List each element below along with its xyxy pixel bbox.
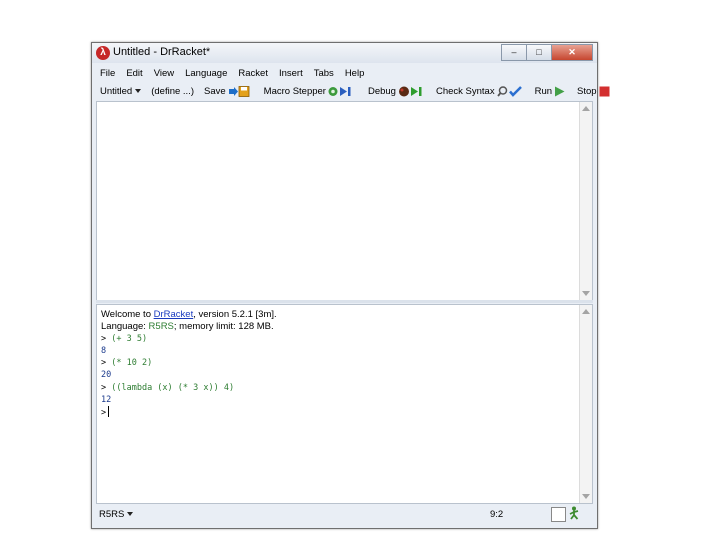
check-syntax-icon	[496, 85, 522, 97]
interactions-pane[interactable]: Welcome to DrRacket, version 5.2.1 [3m].…	[96, 304, 593, 504]
menu-file[interactable]: File	[94, 68, 120, 79]
run-button[interactable]: Run	[535, 86, 565, 97]
run-label: Run	[534, 85, 553, 97]
close-button[interactable]: ✕	[551, 44, 593, 61]
repl-input: (* 10 2)	[111, 358, 153, 369]
language-suffix: ; memory limit: 128 MB.	[173, 321, 274, 333]
definitions-scrollbar[interactable]	[579, 102, 592, 300]
chevron-down-icon	[135, 89, 142, 93]
menu-insert[interactable]: Insert	[273, 68, 308, 79]
definitions-editor[interactable]	[96, 101, 593, 301]
repl-output: 20	[101, 370, 112, 381]
debug-label: Debug	[367, 85, 396, 97]
minimize-button[interactable]: ‒	[501, 44, 527, 61]
maximize-button[interactable]: □	[526, 44, 552, 61]
run-icon	[555, 86, 565, 96]
stop-icon	[599, 86, 610, 96]
repl-input: (+ 3 5)	[111, 334, 148, 345]
cursor-position: 9:2	[490, 508, 504, 520]
welcome-line: Welcome to DrRacket, version 5.2.1 [3m].	[101, 309, 277, 321]
check-syntax-button[interactable]: Check Syntax	[436, 86, 523, 97]
language-prefix: Language:	[101, 321, 149, 333]
chevron-down-icon	[127, 512, 134, 516]
save-icon	[228, 85, 250, 97]
debug-icon	[398, 86, 422, 96]
define-menu[interactable]: (define ...)	[151, 86, 194, 97]
repl-input: ((lambda (x) (* 3 x)) 4)	[111, 382, 235, 393]
save-label: Save	[204, 85, 226, 97]
running-indicator-icon	[569, 506, 579, 520]
prompt: >	[101, 358, 107, 369]
window-title: Untitled - DrRacket*	[113, 46, 211, 58]
stop-label: Stop	[577, 85, 597, 97]
prompt: >	[101, 334, 107, 345]
text-cursor	[108, 405, 110, 417]
menu-tabs[interactable]: Tabs	[308, 68, 339, 79]
drracket-window: λ Untitled - DrRacket* ‒ □ ✕ File Edit V…	[91, 42, 610, 529]
drracket-logo-icon: λ	[96, 46, 110, 60]
repl-input-line: > (+ 3 5)	[101, 333, 277, 345]
prompt: >	[101, 407, 107, 418]
status-bar: R5RS 9:2	[96, 504, 593, 524]
menu-edit[interactable]: Edit	[120, 68, 147, 79]
window-controls: ‒ □ ✕	[501, 44, 593, 61]
interactions-scrollbar[interactable]	[579, 305, 592, 503]
gc-indicator	[551, 507, 566, 522]
debug-button[interactable]: Debug	[368, 86, 424, 97]
file-name-label: Untitled	[100, 85, 133, 97]
define-label: (define ...)	[151, 85, 194, 97]
welcome-prefix: Welcome to	[101, 309, 154, 320]
scroll-down-icon[interactable]	[582, 291, 590, 296]
pane-divider[interactable]	[96, 300, 593, 303]
macro-stepper-icon	[328, 86, 351, 96]
title-bar[interactable]: λ Untitled - DrRacket* ‒ □ ✕	[92, 43, 597, 63]
file-name-dropdown[interactable]: Untitled	[100, 85, 142, 97]
language-name: R5RS	[148, 321, 174, 333]
macro-stepper-button[interactable]: Macro Stepper	[264, 86, 354, 97]
scroll-up-icon[interactable]	[582, 106, 590, 111]
language-selector[interactable]: R5RS	[99, 508, 134, 520]
language-line: Language: R5RS; memory limit: 128 MB.	[101, 321, 277, 333]
repl-transcript: Welcome to DrRacket, version 5.2.1 [3m].…	[101, 309, 277, 418]
macro-stepper-label: Macro Stepper	[263, 85, 326, 97]
welcome-suffix: , version 5.2.1 [3m].	[193, 309, 277, 320]
toolbar: Untitled (define ...) Save Macro Stepper	[94, 82, 610, 100]
stop-button[interactable]: Stop	[577, 86, 610, 97]
repl-output: 12	[101, 394, 112, 405]
repl-input-line: > ((lambda (x) (* 3 x)) 4)	[101, 382, 277, 394]
language-selector-label: R5RS	[99, 508, 125, 520]
repl-current-line[interactable]: >	[101, 405, 277, 418]
menu-racket[interactable]: Racket	[232, 68, 273, 79]
scroll-down-icon[interactable]	[582, 494, 590, 499]
repl-input-line: > (* 10 2)	[101, 357, 277, 369]
scroll-up-icon[interactable]	[582, 309, 590, 314]
menu-help[interactable]: Help	[339, 68, 370, 79]
prompt: >	[101, 382, 107, 393]
drracket-link[interactable]: DrRacket	[154, 309, 194, 320]
menu-view[interactable]: View	[148, 68, 179, 79]
menu-language[interactable]: Language	[179, 68, 232, 79]
menu-bar: File Edit View Language Racket Insert Ta…	[94, 65, 595, 81]
check-syntax-label: Check Syntax	[435, 85, 495, 97]
repl-output: 8	[101, 346, 107, 357]
save-button[interactable]: Save	[204, 86, 250, 97]
